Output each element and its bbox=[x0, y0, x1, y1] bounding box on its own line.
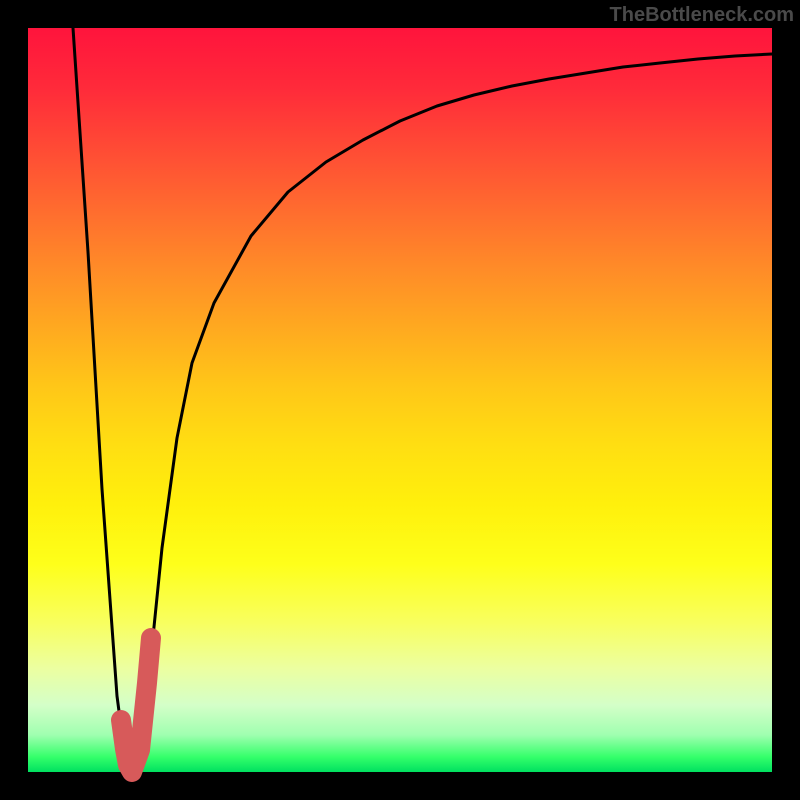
optimal-highlight-j bbox=[121, 638, 151, 772]
bottleneck-curve bbox=[73, 28, 772, 772]
curve-overlay bbox=[28, 28, 772, 772]
watermark: TheBottleneck.com bbox=[610, 4, 794, 27]
chart-container: { "watermark": "TheBottleneck.com", "col… bbox=[0, 0, 800, 800]
